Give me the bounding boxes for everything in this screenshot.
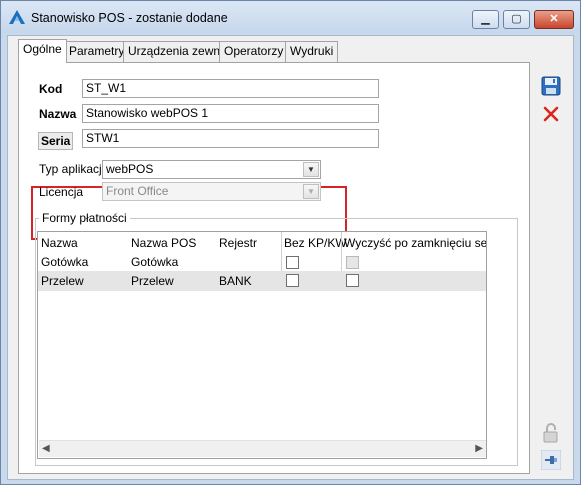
chevron-down-icon[interactable]: ▼	[303, 162, 319, 177]
column-header-nazwa[interactable]: Nazwa	[41, 236, 78, 250]
app-logo-icon	[9, 10, 25, 24]
cell-rejestr: BANK	[219, 274, 252, 288]
client-area: Ogólne Parametry Urządzenia zewn. Operat…	[7, 35, 574, 480]
minimize-button[interactable]: ▁	[472, 10, 499, 29]
chevron-down-icon: ▼	[303, 184, 319, 199]
save-button[interactable]	[540, 76, 562, 98]
kod-label: Kod	[39, 82, 63, 96]
cancel-button[interactable]	[540, 104, 562, 126]
tab-label: Operatorzy	[224, 44, 284, 58]
nazwa-label: Nazwa	[39, 107, 77, 121]
seria-button[interactable]: Seria	[38, 132, 74, 150]
payment-methods-caption: Formy płatności	[39, 211, 130, 225]
wyczysc-checkbox	[346, 256, 359, 269]
title-bar: Stanowisko POS - zostanie dodane ▁ ▢ ✕	[1, 1, 580, 33]
table-row-selected[interactable]: Przelew Przelew BANK	[38, 271, 486, 291]
bez-kp-kw-checkbox[interactable]	[286, 274, 299, 287]
wyczysc-checkbox[interactable]	[346, 274, 359, 287]
seria-field[interactable]: STW1	[82, 129, 379, 148]
save-icon	[541, 76, 561, 96]
licencja-select[interactable]: Front Office ▼	[102, 182, 321, 201]
typ-aplikacji-value: webPOS	[106, 162, 154, 176]
tab-ogolne[interactable]: Ogólne	[18, 39, 67, 63]
cell-nazwa-pos: Przelew	[131, 274, 174, 288]
tab-label: Wydruki	[290, 44, 334, 58]
cancel-icon	[543, 106, 559, 122]
column-header-bez-kp-kw[interactable]: Bez KP/KW	[284, 236, 347, 250]
column-header-wyczysc[interactable]: Wyczyść po zamknięciu sesji	[344, 236, 486, 250]
cell-nazwa-pos: Gotówka	[131, 255, 179, 269]
scroll-left-icon[interactable]: ◀	[42, 443, 50, 454]
pin-icon	[540, 449, 562, 471]
scroll-right-icon[interactable]: ▶	[475, 443, 483, 454]
lock-button[interactable]	[540, 422, 562, 444]
window: Stanowisko POS - zostanie dodane ▁ ▢ ✕ O…	[0, 0, 581, 485]
pin-button[interactable]	[540, 449, 562, 472]
bez-kp-kw-checkbox[interactable]	[286, 256, 299, 269]
tab-wydruki[interactable]: Wydruki	[285, 41, 339, 62]
nazwa-field[interactable]: Stanowisko webPOS 1	[82, 104, 379, 123]
tab-label: Ogólne	[23, 42, 62, 56]
column-header-nazwa-pos[interactable]: Nazwa POS	[131, 236, 196, 250]
licencja-value: Front Office	[106, 184, 169, 198]
licencja-label: Licencja	[39, 185, 84, 199]
close-button[interactable]: ✕	[534, 10, 574, 29]
typ-aplikacji-label: Typ aplikacji	[39, 162, 105, 176]
horizontal-scrollbar[interactable]: ◀ ▶	[39, 440, 486, 457]
lock-icon	[543, 423, 558, 443]
tab-parametry[interactable]: Parametry	[64, 41, 130, 62]
cell-nazwa: Przelew	[41, 274, 84, 288]
cell-nazwa: Gotówka	[41, 255, 89, 269]
column-header-rejestr[interactable]: Rejestr	[219, 236, 257, 250]
table-row[interactable]: Gotówka Gotówka	[38, 252, 486, 272]
payment-methods-table[interactable]: Nazwa Nazwa POS Rejestr Bez KP/KW Wyczyś…	[37, 231, 487, 459]
maximize-button[interactable]: ▢	[503, 10, 530, 29]
kod-field[interactable]: ST_W1	[82, 79, 379, 98]
tab-urzadzenia-zewn[interactable]: Urządzenia zewn.	[123, 41, 229, 62]
tab-operatorzy[interactable]: Operatorzy	[219, 41, 289, 62]
tab-label: Urządzenia zewn.	[128, 44, 224, 58]
typ-aplikacji-select[interactable]: webPOS ▼	[102, 160, 321, 179]
tab-label: Parametry	[69, 44, 125, 58]
window-title: Stanowisko POS - zostanie dodane	[31, 11, 228, 25]
